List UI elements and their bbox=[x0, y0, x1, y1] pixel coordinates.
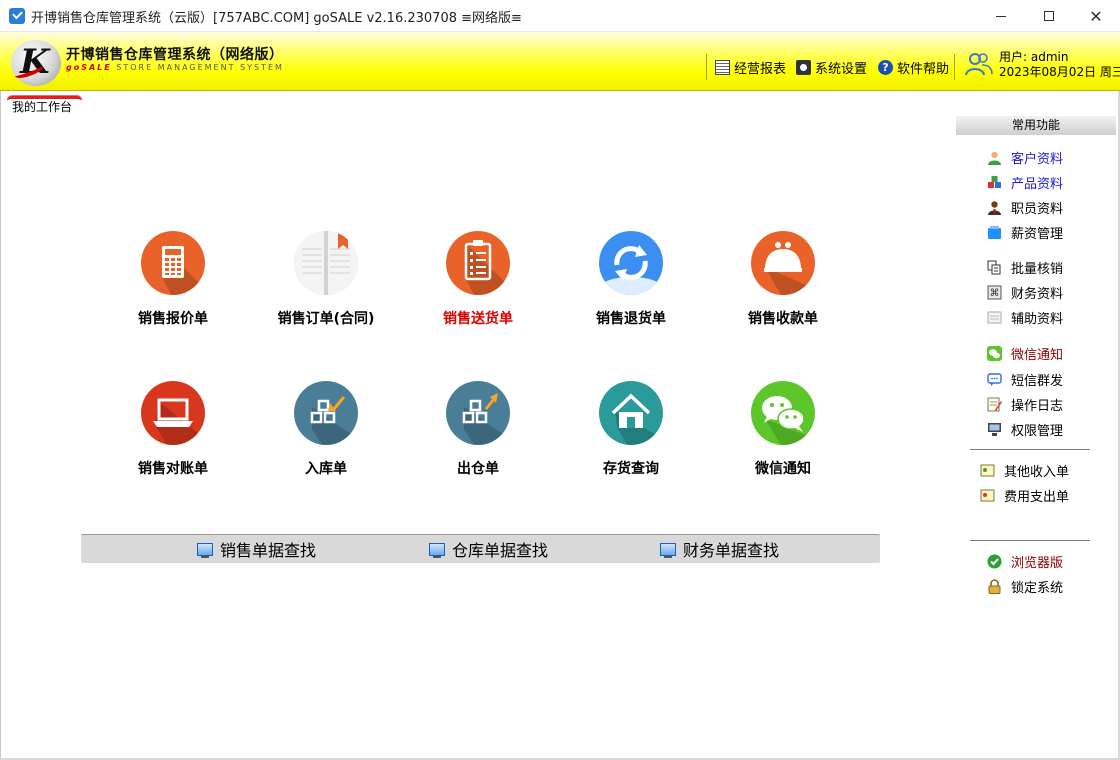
boxes-out-icon bbox=[446, 381, 510, 445]
sales-document-search-button[interactable]: 销售单据查找 bbox=[197, 539, 316, 560]
settings-button[interactable]: 系统设置 bbox=[796, 58, 867, 77]
warehouse-document-search-button[interactable]: 仓库单据查找 bbox=[429, 539, 548, 560]
wechat-icon bbox=[751, 381, 815, 445]
document-search-bar: 销售单据查找 仓库单据查找 财务单据查找 bbox=[81, 534, 880, 563]
finance-icon: ⌘ bbox=[987, 285, 1002, 299]
header-divider bbox=[954, 54, 955, 80]
users-icon bbox=[965, 53, 993, 76]
tile-inventory-query[interactable]: 存货查询 bbox=[571, 381, 691, 501]
logo: K bbox=[11, 40, 61, 86]
aux-icon bbox=[987, 311, 1002, 323]
panel-divider bbox=[970, 540, 1090, 541]
salary-management-link[interactable]: 薪资管理 bbox=[987, 223, 1063, 242]
common-functions-title: 常用功能 bbox=[956, 116, 1116, 135]
sms-icon bbox=[987, 372, 1002, 386]
brand-title: 开博销售仓库管理系统（网络版） bbox=[66, 47, 284, 63]
maximize-button[interactable] bbox=[1026, 0, 1072, 32]
close-icon: ✕ bbox=[1089, 6, 1103, 26]
minimize-icon bbox=[996, 15, 1006, 17]
user-info: 用户: admin 2023年08月02日 周三 bbox=[999, 50, 1120, 80]
expense-icon bbox=[980, 489, 995, 501]
laptop-icon bbox=[141, 381, 205, 445]
tile-sales-statement[interactable]: 销售对账单 bbox=[113, 381, 233, 501]
settings-icon bbox=[796, 59, 811, 75]
app-header: K 开博销售仓库管理系统（网络版） goSALE STORE MANAGEMEN… bbox=[0, 32, 1120, 91]
home-icon bbox=[599, 381, 663, 445]
tile-label: 销售退货单 bbox=[596, 311, 666, 327]
batch-icon bbox=[987, 260, 1001, 274]
salary-icon bbox=[988, 225, 1001, 239]
tile-label: 销售订单(合同) bbox=[277, 311, 375, 327]
tile-stock-in[interactable]: 入库单 bbox=[266, 381, 386, 501]
customer-icon bbox=[988, 151, 1001, 165]
lock-icon bbox=[988, 578, 1001, 594]
other-income-link[interactable]: 其他收入单 bbox=[980, 461, 1069, 480]
header-divider bbox=[706, 54, 707, 80]
tile-sales-return[interactable]: 销售退货单 bbox=[571, 231, 691, 351]
calculator-icon bbox=[141, 231, 205, 295]
tile-label: 出仓单 bbox=[457, 461, 499, 477]
computer-icon bbox=[660, 542, 676, 558]
tile-wechat-notify[interactable]: 微信通知 bbox=[723, 381, 843, 501]
tile-label: 存货查询 bbox=[603, 461, 659, 477]
close-button[interactable]: ✕ bbox=[1073, 0, 1119, 32]
finance-data-link[interactable]: ⌘ 财务资料 bbox=[987, 283, 1063, 302]
computer-icon bbox=[197, 542, 213, 558]
batch-writeoff-link[interactable]: 批量核销 bbox=[987, 258, 1063, 277]
tile-label: 入库单 bbox=[305, 461, 347, 477]
maximize-icon bbox=[1044, 11, 1054, 21]
tile-label: 销售收款单 bbox=[748, 311, 818, 327]
title-bar: 开博销售仓库管理系统（云版）[757ABC.COM] goSALE v2.16.… bbox=[0, 0, 1120, 32]
panel-divider bbox=[970, 449, 1090, 450]
log-icon bbox=[987, 397, 1002, 411]
product-icon bbox=[988, 175, 1001, 188]
permission-icon bbox=[988, 422, 1001, 436]
help-button[interactable]: ? 软件帮助 bbox=[878, 58, 949, 77]
report-button[interactable]: 经营报表 bbox=[715, 58, 786, 77]
purse-icon bbox=[751, 231, 815, 295]
browser-version-link[interactable]: 浏览器版 bbox=[987, 552, 1063, 571]
tab-workbench[interactable]: 我的工作台 bbox=[7, 96, 82, 115]
wechat-small-icon bbox=[987, 345, 1002, 361]
tile-sales-quote[interactable]: 销售报价单 bbox=[113, 231, 233, 351]
brand-subtitle: goSALE STORE MANAGEMENT SYSTEM bbox=[66, 63, 284, 72]
computer-icon bbox=[429, 542, 445, 558]
refresh-icon bbox=[599, 231, 663, 295]
lock-system-link[interactable]: 锁定系统 bbox=[987, 577, 1063, 596]
tile-label: 销售送货单 bbox=[443, 311, 513, 327]
app-icon bbox=[9, 8, 25, 24]
help-icon: ? bbox=[878, 59, 893, 75]
staff-data-link[interactable]: 职员资料 bbox=[987, 198, 1063, 217]
tile-label: 销售对账单 bbox=[138, 461, 208, 477]
tile-label: 销售报价单 bbox=[138, 311, 208, 327]
tile-stock-out[interactable]: 出仓单 bbox=[418, 381, 538, 501]
clipboard-icon bbox=[446, 231, 510, 295]
expense-link[interactable]: 费用支出单 bbox=[980, 486, 1069, 505]
minimize-button[interactable] bbox=[978, 0, 1024, 32]
auxiliary-data-link[interactable]: 辅助资料 bbox=[987, 308, 1063, 327]
product-data-link[interactable]: 产品资料 bbox=[987, 173, 1063, 192]
wechat-notify-link[interactable]: 微信通知 bbox=[987, 344, 1063, 363]
window-title: 开博销售仓库管理系统（云版）[757ABC.COM] goSALE v2.16.… bbox=[31, 11, 522, 26]
user-name: 用户: admin bbox=[999, 50, 1069, 64]
tile-sales-delivery[interactable]: 销售送货单 bbox=[418, 231, 538, 351]
finance-document-search-button[interactable]: 财务单据查找 bbox=[660, 539, 779, 560]
tile-sales-receipt[interactable]: 销售收款单 bbox=[723, 231, 843, 351]
sms-broadcast-link[interactable]: 短信群发 bbox=[987, 370, 1063, 389]
operation-log-link[interactable]: 操作日志 bbox=[987, 395, 1063, 414]
permission-management-link[interactable]: 权限管理 bbox=[987, 420, 1063, 439]
notebook-icon bbox=[294, 231, 358, 295]
income-icon bbox=[980, 464, 995, 476]
customer-data-link[interactable]: 客户资料 bbox=[987, 148, 1063, 167]
tile-sales-order[interactable]: 销售订单(合同) bbox=[266, 231, 386, 351]
tile-label: 微信通知 bbox=[755, 461, 811, 477]
current-date: 2023年08月02日 周三 bbox=[999, 65, 1120, 79]
report-icon bbox=[715, 59, 730, 75]
browser-check-icon bbox=[987, 554, 1002, 568]
staff-icon bbox=[988, 200, 1001, 215]
svg-text:⌘: ⌘ bbox=[990, 288, 1000, 299]
boxes-in-icon bbox=[294, 381, 358, 445]
